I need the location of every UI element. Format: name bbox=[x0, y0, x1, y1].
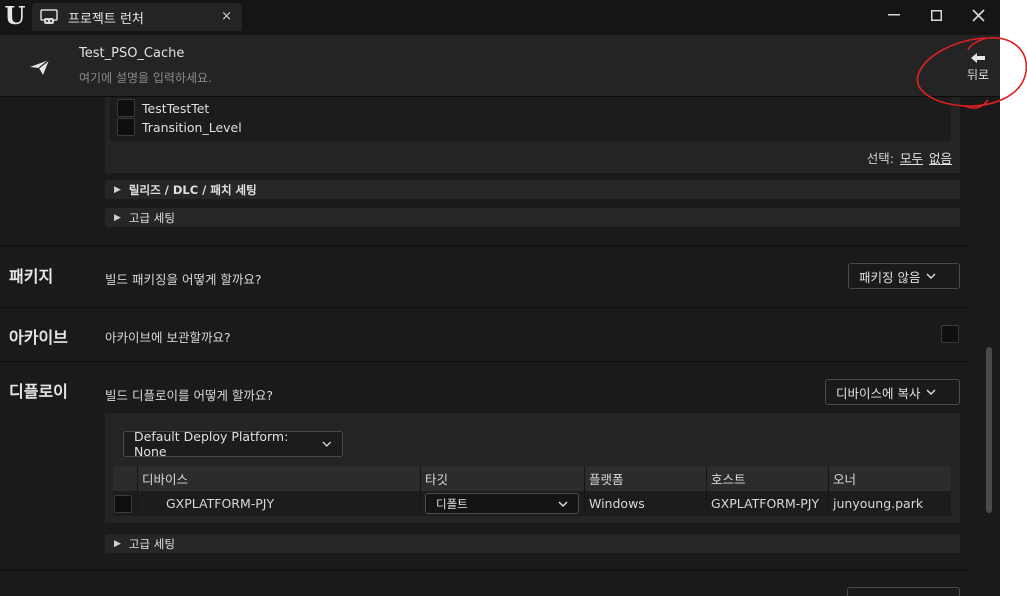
release-settings-toggle[interactable]: ▶ 릴리즈 / DLC / 패치 세팅 bbox=[105, 180, 960, 199]
list-item[interactable]: TestTestTet bbox=[117, 99, 209, 117]
project-header: Test_PSO_Cache 여기에 설명을 입력하세요. 뒤로 bbox=[0, 35, 1000, 97]
deploy-advanced-settings-toggle[interactable]: ▶ 고급 세팅 bbox=[105, 534, 960, 553]
map-checkbox[interactable] bbox=[117, 118, 135, 136]
chevron-down-icon bbox=[322, 441, 332, 447]
device-checkbox[interactable] bbox=[114, 494, 132, 513]
project-launcher-window: U 프로젝트 런처 × Test_PSO_Cache 여기에 설명을 입력하세요… bbox=[0, 0, 1000, 596]
platform-cell: Windows bbox=[585, 491, 707, 516]
close-window-button[interactable] bbox=[958, 4, 998, 26]
next-section bbox=[0, 570, 968, 596]
back-button[interactable]: 뒤로 bbox=[958, 49, 998, 85]
maximize-button[interactable] bbox=[916, 4, 956, 26]
advanced-settings-label: 고급 세팅 bbox=[128, 210, 175, 225]
list-item[interactable]: Transition_Level bbox=[117, 118, 242, 136]
expand-arrow-icon: ▶ bbox=[114, 184, 121, 195]
package-question: 빌드 패키징을 어떻게 할까요? bbox=[105, 272, 262, 287]
next-section-dropdown[interactable] bbox=[847, 587, 960, 596]
archive-checkbox[interactable] bbox=[941, 325, 959, 343]
map-label: Transition_Level bbox=[142, 119, 242, 135]
column-header[interactable]: 디바이스 bbox=[138, 466, 421, 491]
back-arrow-icon bbox=[971, 52, 985, 63]
select-label: 선택: bbox=[866, 151, 894, 166]
back-label: 뒤로 bbox=[966, 67, 990, 82]
deploy-dropdown-value: 디바이스에 복사 bbox=[836, 385, 921, 401]
map-label: TestTestTet bbox=[142, 100, 210, 116]
map-panel: TestTestTet Transition_Level 선택: 모두 없음 bbox=[105, 97, 960, 173]
unreal-logo-icon: U bbox=[4, 0, 26, 30]
deploy-panel: Default Deploy Platform: None 디바이스 타깃 플랫… bbox=[105, 413, 960, 523]
deploy-question: 빌드 디플로이를 어떻게 할까요? bbox=[105, 388, 274, 403]
archive-section: 아카이브 아카이브에 보관할까요? bbox=[0, 307, 968, 361]
tab-label: 프로젝트 런처 bbox=[68, 11, 144, 27]
map-checkbox[interactable] bbox=[117, 99, 135, 117]
project-description[interactable]: 여기에 설명을 입력하세요. bbox=[79, 69, 212, 86]
archive-question: 아카이브에 보관할까요? bbox=[105, 330, 231, 345]
table-row[interactable]: GXPLATFORM-PJY 디폴트 Windows GXPLATFORM-PJ… bbox=[113, 491, 951, 516]
device-checkbox-cell bbox=[113, 491, 138, 516]
map-list: TestTestTet Transition_Level bbox=[110, 97, 951, 141]
advanced-settings-toggle[interactable]: ▶ 고급 세팅 bbox=[105, 208, 960, 227]
column-header[interactable]: 호스트 bbox=[707, 466, 829, 491]
tab-close-icon[interactable]: × bbox=[221, 9, 232, 24]
launcher-gamepad-icon bbox=[38, 6, 60, 28]
column-header[interactable]: 타깃 bbox=[421, 466, 585, 491]
chevron-down-icon bbox=[926, 273, 936, 279]
advanced-settings-label: 고급 세팅 bbox=[128, 536, 175, 551]
device-name: GXPLATFORM-PJY bbox=[138, 491, 421, 516]
project-name: Test_PSO_Cache bbox=[79, 46, 185, 61]
expand-arrow-icon: ▶ bbox=[114, 538, 121, 549]
vertical-scrollbar[interactable] bbox=[986, 347, 992, 513]
map-select-row: 선택: 모두 없음 bbox=[867, 148, 952, 167]
deploy-dropdown[interactable]: 디바이스에 복사 bbox=[825, 379, 960, 405]
chevron-down-icon bbox=[926, 389, 936, 395]
target-cell: 디폴트 bbox=[421, 491, 585, 516]
deploy-platform-dropdown[interactable]: Default Deploy Platform: None bbox=[123, 429, 343, 459]
expand-arrow-icon: ▶ bbox=[114, 212, 121, 223]
select-all-link[interactable]: 모두 bbox=[900, 148, 923, 167]
deploy-title: 디플로이 bbox=[9, 382, 68, 401]
minimize-button[interactable] bbox=[874, 4, 914, 26]
release-settings-label: 릴리즈 / DLC / 패치 세팅 bbox=[128, 182, 257, 197]
package-title: 패키지 bbox=[9, 267, 54, 286]
paper-plane-icon bbox=[28, 55, 52, 79]
chevron-down-icon bbox=[558, 501, 568, 507]
launcher-content: TestTestTet Transition_Level 선택: 모두 없음 ▶… bbox=[0, 97, 1000, 596]
select-none-link[interactable]: 없음 bbox=[929, 148, 952, 167]
archive-title: 아카이브 bbox=[9, 328, 68, 347]
device-table-header: 디바이스 타깃 플랫폼 호스트 오너 bbox=[113, 466, 951, 491]
host-cell: GXPLATFORM-PJY bbox=[707, 491, 829, 516]
title-bar: U 프로젝트 런처 × bbox=[0, 0, 1000, 34]
tab-project-launcher[interactable]: 프로젝트 런처 × bbox=[32, 3, 242, 31]
package-section: 패키지 빌드 패키징을 어떻게 할까요? 패키징 않음 bbox=[0, 245, 968, 307]
package-dropdown[interactable]: 패키징 않음 bbox=[848, 263, 960, 289]
column-header[interactable]: 오너 bbox=[829, 466, 951, 491]
package-dropdown-value: 패키징 않음 bbox=[859, 269, 921, 285]
deploy-platform-value: Default Deploy Platform: None bbox=[134, 429, 289, 459]
column-header[interactable]: 플랫폼 bbox=[585, 466, 707, 491]
owner-cell: junyoung.park bbox=[833, 496, 924, 511]
device-table: 디바이스 타깃 플랫폼 호스트 오너 GXPLATFORM-PJY 디폴트 Wi… bbox=[113, 466, 951, 516]
target-dropdown[interactable]: 디폴트 bbox=[425, 493, 579, 514]
header-checkbox-cell bbox=[113, 466, 138, 491]
target-value: 디폴트 bbox=[436, 496, 468, 511]
